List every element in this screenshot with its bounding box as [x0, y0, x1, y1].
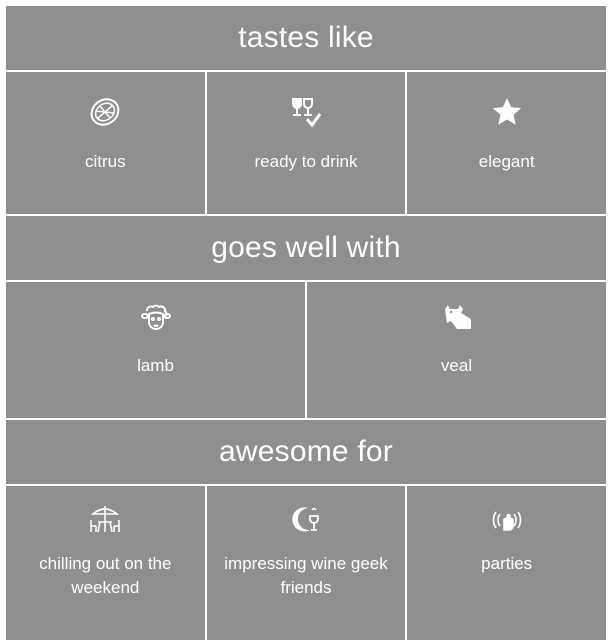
wine-glasses-check-icon	[284, 90, 328, 134]
star-icon	[485, 90, 529, 134]
taste-label-ready-to-drink: ready to drink	[254, 152, 358, 171]
goes-well-with-title: goes well with	[211, 231, 401, 264]
tastes-like-row: citrus ready to drink elegant	[6, 72, 607, 214]
taste-label-elegant: elegant	[478, 152, 535, 171]
awesome-for-row: chilling out on the weekend impressing w…	[6, 486, 607, 640]
pairing-label-lamb: lamb	[137, 356, 174, 375]
goes-well-with-row: lamb veal	[6, 282, 606, 418]
occasion-label-impressing-wine-geek: impressing wine geek friends	[224, 554, 388, 597]
occasion-tile-impressing-wine-geek[interactable]: impressing wine geek friends	[206, 486, 406, 640]
awesome-for-title: awesome for	[219, 435, 393, 468]
pairing-tile-veal[interactable]: veal	[307, 282, 606, 418]
pairing-tile-lamb[interactable]: lamb	[6, 282, 305, 418]
pairing-label-veal: veal	[440, 356, 473, 375]
taste-tile-elegant[interactable]: elegant	[407, 72, 607, 214]
occasion-tile-chilling-out[interactable]: chilling out on the weekend	[6, 486, 205, 640]
tastes-like-title: tastes like	[238, 21, 374, 54]
occasion-label-chilling-out: chilling out on the weekend	[39, 554, 172, 597]
wine-profile-panel: tastes like citrus ready to drink elegan…	[6, 6, 607, 640]
taste-tile-citrus[interactable]: citrus	[6, 72, 205, 214]
lamb-icon	[134, 296, 178, 340]
wine-geek-icon	[284, 498, 328, 542]
citrus-slice-icon	[83, 90, 127, 134]
party-hand-icon	[485, 498, 529, 542]
cow-icon	[435, 296, 479, 340]
tastes-like-header: tastes like	[6, 6, 606, 70]
occasion-tile-parties[interactable]: parties	[407, 486, 607, 640]
awesome-for-header: awesome for	[6, 420, 606, 484]
goes-well-with-header: goes well with	[6, 216, 606, 280]
taste-label-citrus: citrus	[85, 152, 126, 171]
patio-umbrella-table-icon	[83, 498, 127, 542]
occasion-label-parties: parties	[481, 554, 533, 573]
taste-tile-ready-to-drink[interactable]: ready to drink	[206, 72, 406, 214]
